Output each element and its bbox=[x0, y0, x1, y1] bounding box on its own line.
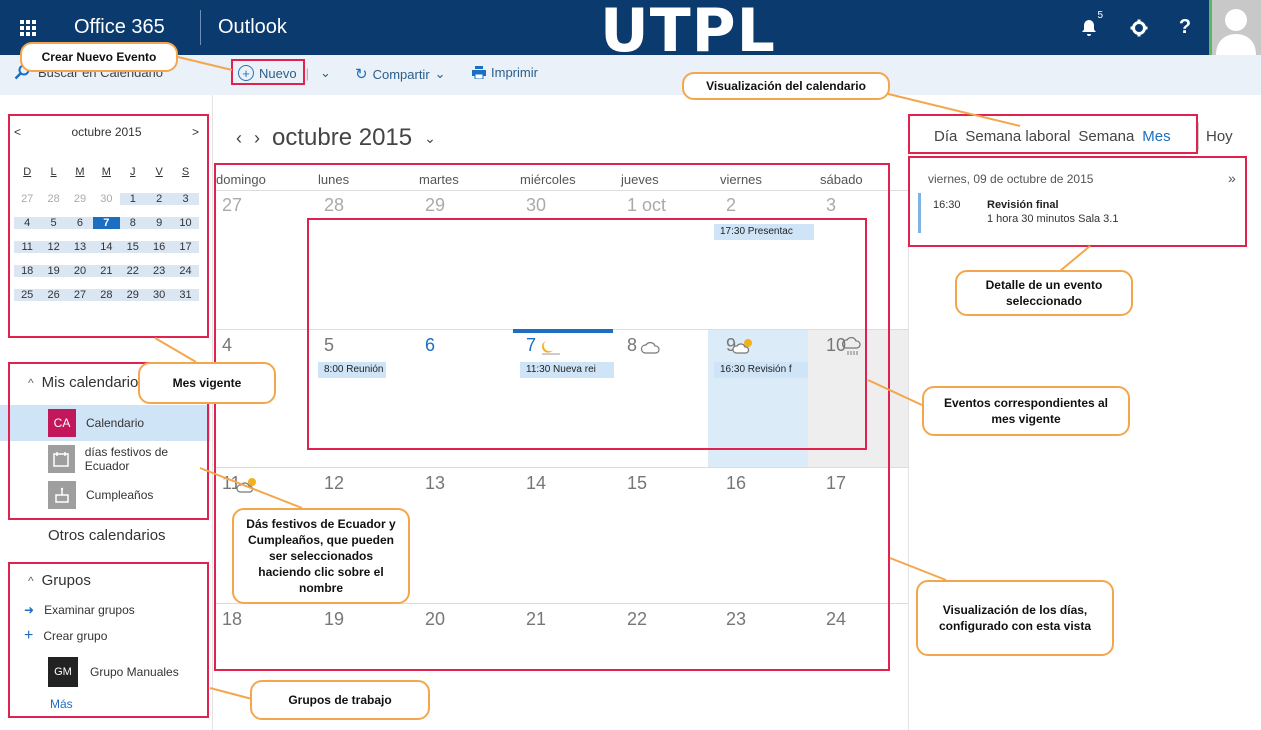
callout-view-mode: Visualización del calendario bbox=[682, 72, 890, 100]
outlook-calendar-screen: Office 365 Outlook UTPL 5 ? Buscar en Ca… bbox=[0, 0, 1261, 730]
callout-events: Eventos correspondientes al mes vigente bbox=[922, 386, 1130, 436]
callout-days-view: Visualización de los días, configurado c… bbox=[916, 580, 1114, 656]
callout-detail: Detalle de un evento seleccionado bbox=[955, 270, 1133, 316]
callout-new-event: Crear Nuevo Evento bbox=[20, 42, 178, 72]
callout-holidays: Dás festivos de Ecuador y Cumpleaños, qu… bbox=[232, 508, 410, 604]
callout-groups: Grupos de trabajo bbox=[250, 680, 430, 720]
callout-month: Mes vigente bbox=[138, 362, 276, 404]
